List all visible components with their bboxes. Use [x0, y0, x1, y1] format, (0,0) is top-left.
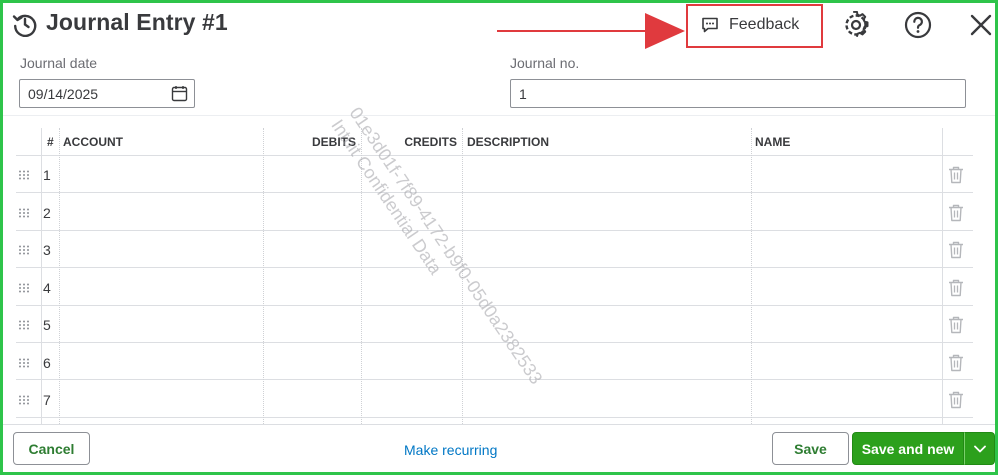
trash-icon[interactable]	[948, 354, 964, 372]
page-title: Journal Entry #1	[46, 9, 228, 35]
column-header-credits: CREDITS	[404, 135, 457, 149]
make-recurring-link[interactable]: Make recurring	[404, 442, 497, 458]
header: Journal Entry #1 Feedback	[3, 3, 995, 49]
drag-handle-icon[interactable]	[18, 245, 30, 255]
row-number: 3	[43, 242, 51, 258]
drag-handle-icon[interactable]	[18, 358, 30, 368]
help-icon[interactable]	[904, 11, 932, 39]
cancel-button[interactable]: Cancel	[13, 432, 90, 465]
row-number: 4	[43, 280, 51, 296]
trash-icon[interactable]	[948, 204, 964, 222]
drag-handle-icon[interactable]	[18, 395, 30, 405]
journal-no-field[interactable]: 1	[510, 79, 966, 108]
gear-icon[interactable]	[842, 11, 870, 39]
drag-handle-icon[interactable]	[18, 208, 30, 218]
close-icon[interactable]	[967, 11, 995, 39]
column-header-description: DESCRIPTION	[467, 135, 550, 149]
journal-date-value: 09/14/2025	[28, 86, 99, 102]
row-divider	[16, 230, 973, 231]
save-button[interactable]: Save	[772, 432, 849, 465]
journal-date-label: Journal date	[20, 55, 98, 71]
journal-entry-window: Journal Entry #1 Feedback Journal date 0…	[0, 0, 998, 475]
column-divider	[59, 128, 60, 424]
drag-handle-icon[interactable]	[18, 170, 30, 180]
row-divider	[16, 192, 973, 193]
table-header-divider	[16, 155, 973, 156]
column-header-number: #	[47, 135, 54, 149]
chevron-down-icon	[973, 445, 986, 452]
column-divider	[361, 128, 362, 424]
row-number: 7	[43, 392, 51, 408]
save-and-new-button[interactable]: Save and new	[852, 432, 964, 465]
trash-icon[interactable]	[948, 391, 964, 409]
history-icon[interactable]	[12, 11, 38, 37]
row-divider	[16, 417, 973, 418]
row-number: 2	[43, 205, 51, 221]
calendar-icon[interactable]	[171, 85, 188, 102]
watermark-text: Intuit Confidential Data	[327, 115, 446, 279]
feedback-icon	[702, 17, 718, 33]
column-divider	[751, 128, 752, 424]
row-divider	[16, 342, 973, 343]
feedback-button[interactable]: Feedback	[701, 11, 799, 39]
trash-icon[interactable]	[948, 166, 964, 184]
column-divider	[263, 128, 264, 424]
row-number: 1	[43, 167, 51, 183]
feedback-label: Feedback	[729, 16, 800, 33]
column-divider	[462, 128, 463, 424]
journal-no-value: 1	[519, 86, 527, 102]
row-number: 5	[43, 317, 51, 333]
section-divider	[3, 115, 995, 116]
column-divider	[942, 128, 943, 424]
row-number: 6	[43, 355, 51, 371]
column-divider	[41, 128, 42, 424]
drag-handle-icon[interactable]	[18, 320, 30, 330]
journal-no-label: Journal no.	[510, 55, 580, 71]
trash-icon[interactable]	[948, 241, 964, 259]
annotation-arrow	[497, 13, 685, 49]
row-divider	[16, 305, 973, 306]
trash-icon[interactable]	[948, 279, 964, 297]
row-divider	[16, 379, 973, 380]
column-header-debits: DEBITS	[311, 135, 356, 149]
row-divider	[16, 267, 973, 268]
journal-date-field[interactable]: 09/14/2025	[19, 79, 195, 108]
column-header-account: ACCOUNT	[63, 135, 123, 149]
column-header-name: NAME	[755, 135, 791, 149]
trash-icon[interactable]	[948, 316, 964, 334]
footer-divider	[3, 424, 995, 425]
save-options-dropdown[interactable]	[964, 432, 995, 465]
drag-handle-icon[interactable]	[18, 283, 30, 293]
